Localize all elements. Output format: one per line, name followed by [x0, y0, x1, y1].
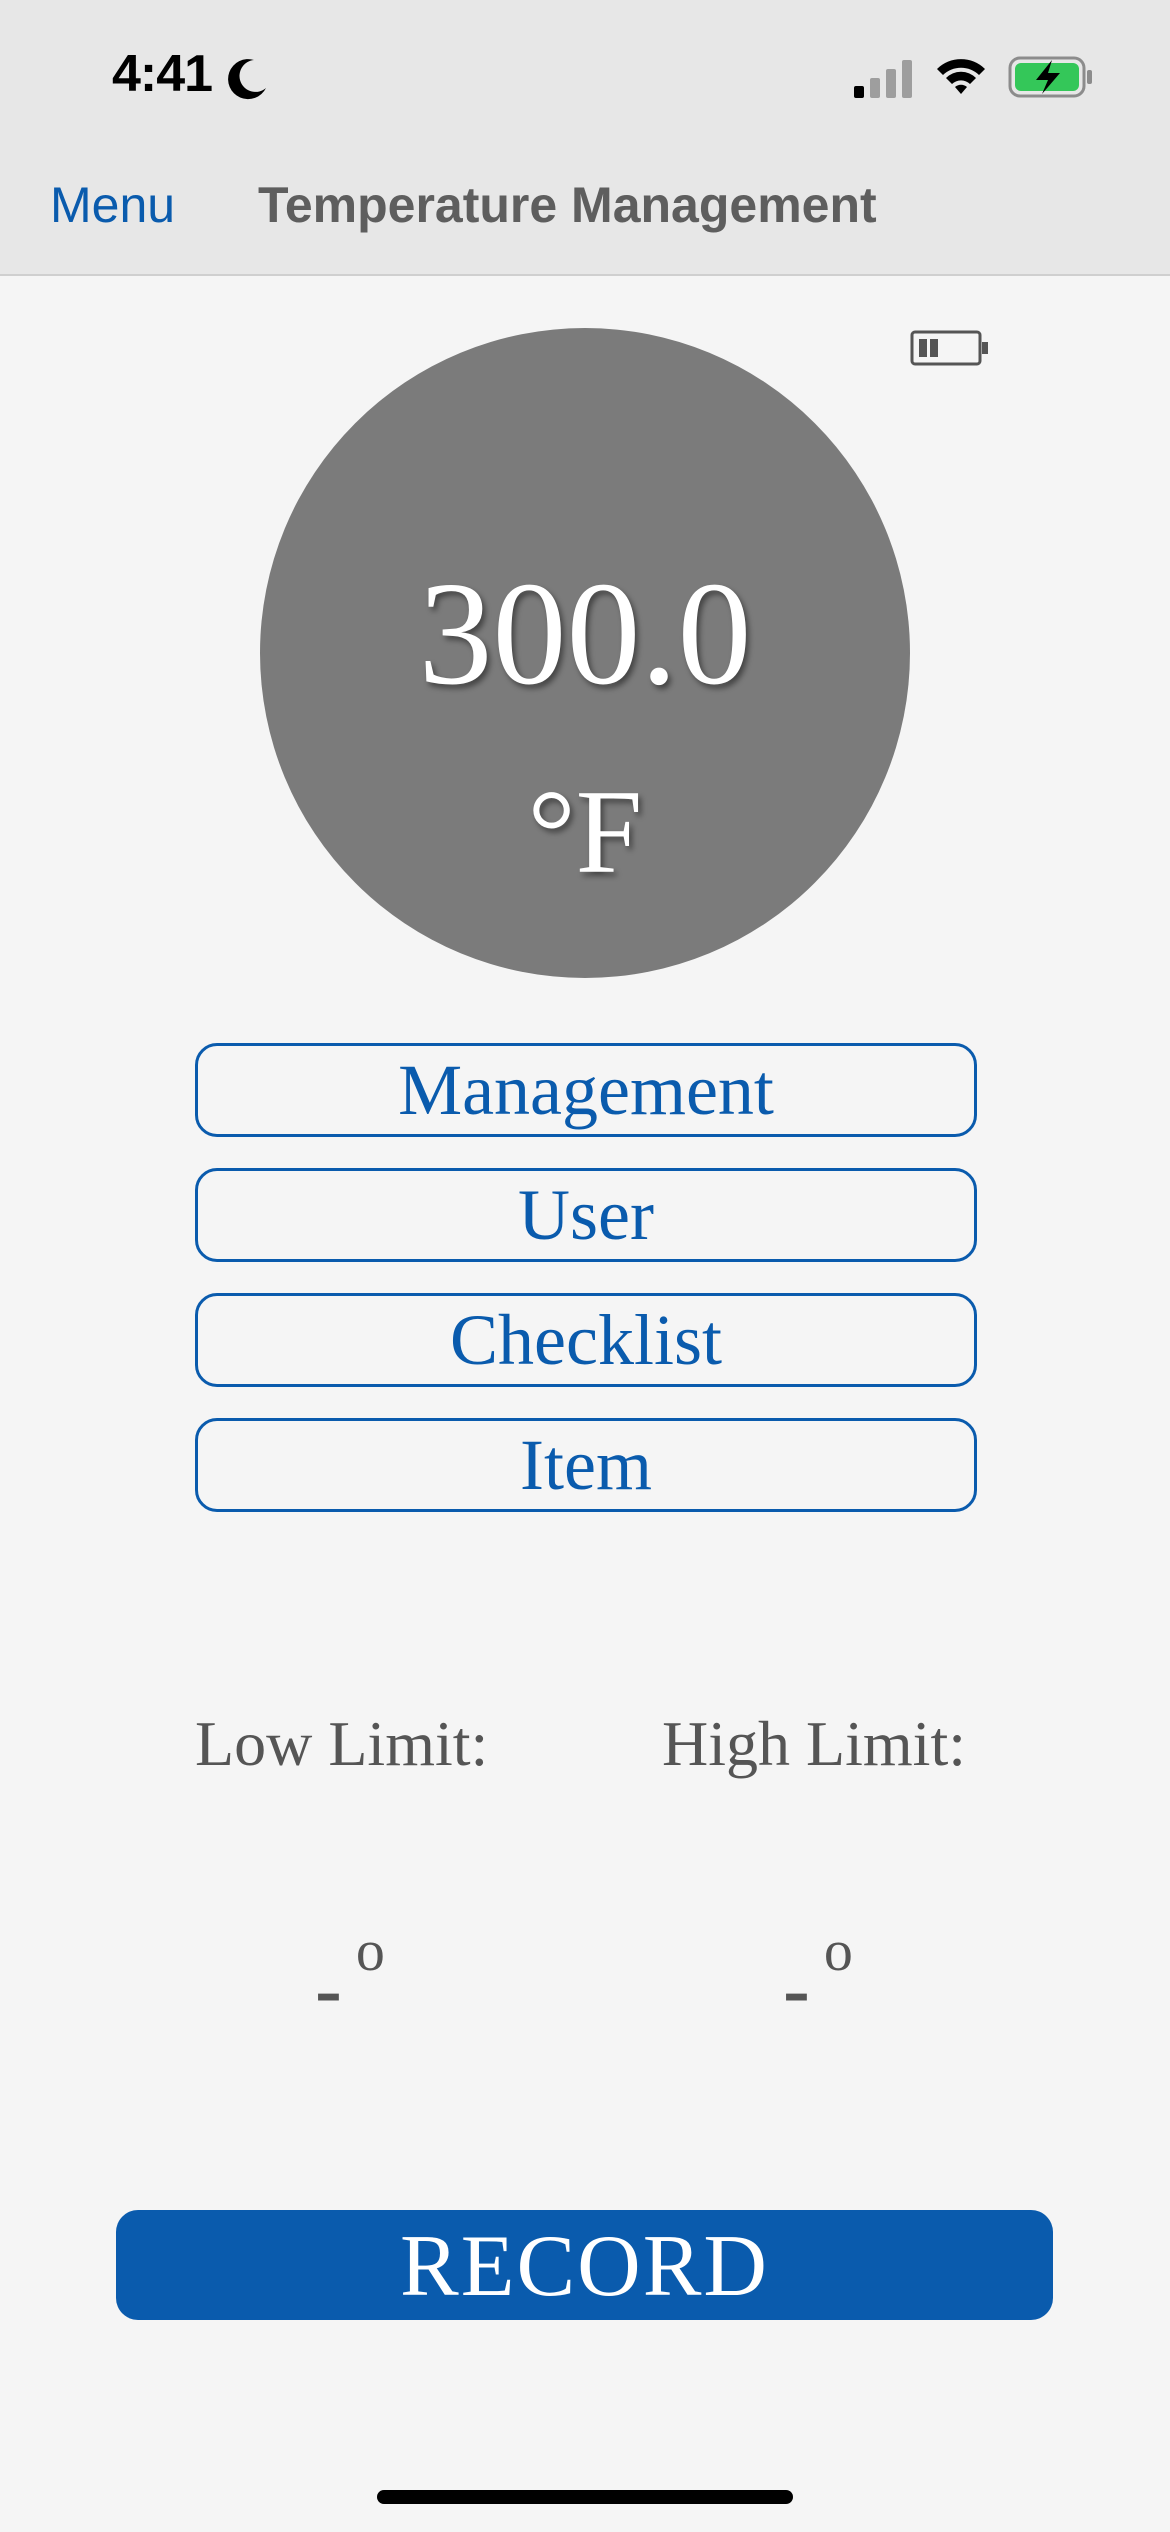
- cellular-signal-icon: [854, 60, 912, 98]
- moon-icon: [228, 59, 266, 100]
- page-title: Temperature Management: [258, 177, 877, 233]
- high-limit-value: -o: [718, 1922, 918, 2031]
- battery-charging-icon: [1008, 56, 1092, 98]
- checklist-button[interactable]: Checklist: [195, 1293, 977, 1387]
- status-bar: 4:41: [0, 0, 1170, 150]
- menu-button[interactable]: Menu: [50, 176, 175, 234]
- user-button[interactable]: User: [195, 1168, 977, 1262]
- home-indicator[interactable]: [377, 2490, 793, 2504]
- low-limit-value: -o: [250, 1922, 450, 2031]
- temperature-display: 300.0 °F: [260, 328, 910, 978]
- low-limit-degree: o: [355, 1918, 385, 1983]
- temperature-value: 300.0: [418, 552, 752, 716]
- item-button[interactable]: Item: [195, 1418, 977, 1512]
- record-button[interactable]: RECORD: [116, 2210, 1053, 2320]
- management-button[interactable]: Management: [195, 1043, 977, 1137]
- high-limit-label: High Limit:: [662, 1708, 966, 1779]
- high-limit-degree: o: [823, 1918, 853, 1983]
- battery-low-icon: [910, 330, 988, 366]
- high-limit-number: -: [783, 1946, 810, 2034]
- low-limit-number: -: [315, 1946, 342, 2034]
- low-limit-label: Low Limit:: [195, 1708, 489, 1779]
- temperature-unit: °F: [527, 765, 643, 898]
- wifi-icon: [937, 59, 985, 94]
- status-time: 4:41: [112, 45, 213, 103]
- nav-bar: Menu Temperature Management: [0, 150, 1170, 276]
